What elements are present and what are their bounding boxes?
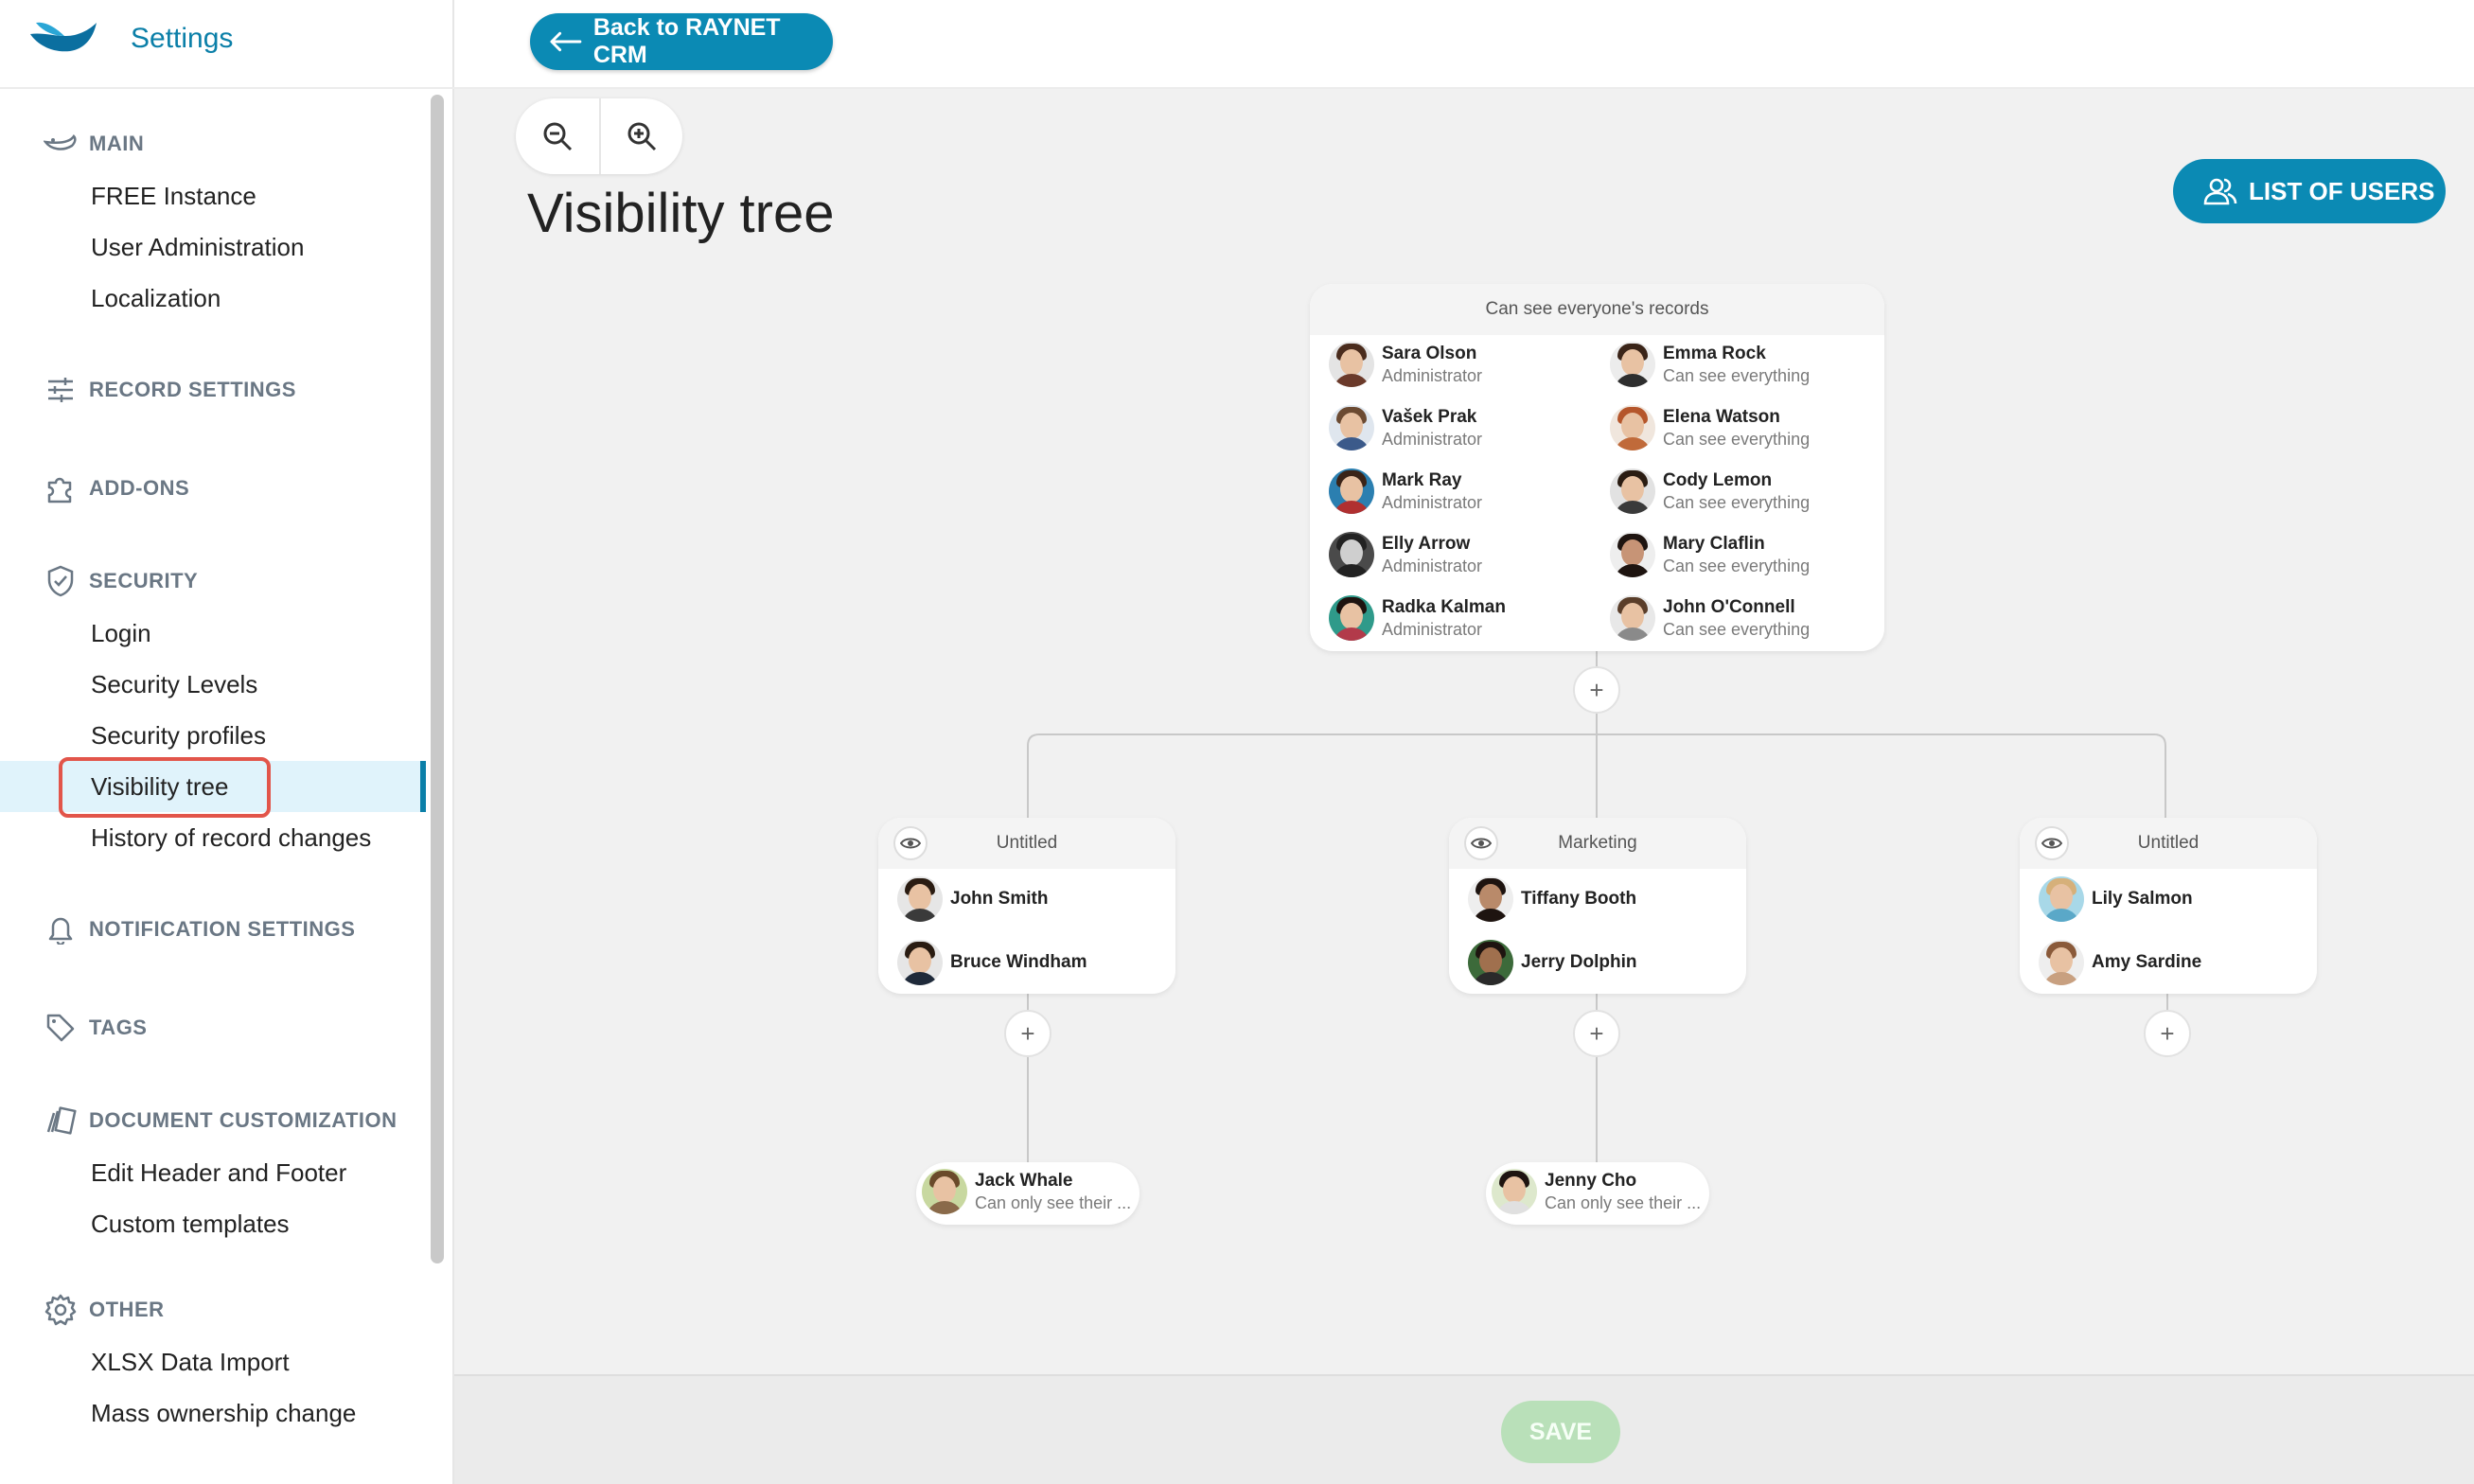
user-entry[interactable]: Jack Whale Can only see their ... [922, 1169, 1131, 1214]
add-child-node-button[interactable]: + [1573, 1010, 1620, 1057]
user-entry[interactable]: Emma Rock Can see everything [1610, 342, 1810, 387]
user-entry[interactable]: Elena Watson Can see everything [1610, 405, 1810, 450]
footer-bar [454, 1374, 2474, 1484]
user-entry[interactable]: Jenny Cho Can only see their ... [1492, 1169, 1701, 1214]
avatar [897, 876, 943, 922]
avatar [897, 940, 943, 985]
avatar [1329, 532, 1374, 577]
user-entry[interactable]: Mary Claflin Can see everything [1610, 532, 1810, 577]
avatar [2039, 940, 2084, 985]
add-child-node-button[interactable]: + [1004, 1010, 1051, 1057]
user-entry[interactable]: Sara Olson Administrator [1329, 342, 1482, 387]
avatar [1610, 405, 1655, 450]
avatar [1329, 468, 1374, 514]
user-entry[interactable]: Elly Arrow Administrator [1329, 532, 1482, 577]
eye-icon[interactable] [1464, 826, 1498, 860]
avatar [1329, 405, 1374, 450]
avatar [1610, 468, 1655, 514]
group-title: Untitled [996, 833, 1058, 853]
group-title: Marketing [1558, 833, 1637, 853]
avatar [922, 1169, 967, 1214]
user-entry[interactable]: Mark Ray Administrator [1329, 468, 1482, 514]
avatar [1329, 595, 1374, 641]
avatar [1329, 342, 1374, 387]
avatar [1492, 1169, 1537, 1214]
avatar [1610, 342, 1655, 387]
avatar [1468, 876, 1513, 922]
user-entry[interactable]: John Smith [897, 876, 1048, 922]
avatar [1610, 532, 1655, 577]
root-node-title: Can see everyone's records [1310, 284, 1884, 335]
user-entry[interactable]: Vašek Prak Administrator [1329, 405, 1482, 450]
user-entry[interactable]: Lily Salmon [2039, 876, 2193, 922]
avatar [1468, 940, 1513, 985]
user-entry[interactable]: Cody Lemon Can see everything [1610, 468, 1810, 514]
tree-connectors [1027, 651, 2168, 1162]
add-child-node-button[interactable]: + [1573, 666, 1620, 714]
user-entry[interactable]: Amy Sardine [2039, 940, 2201, 985]
group-title: Untitled [2137, 833, 2200, 853]
eye-icon[interactable] [893, 826, 928, 860]
user-entry[interactable]: John O'Connell Can see everything [1610, 595, 1810, 641]
avatar [2039, 876, 2084, 922]
user-entry[interactable]: Bruce Windham [897, 940, 1087, 985]
add-child-node-button[interactable]: + [2144, 1010, 2191, 1057]
eye-icon[interactable] [2035, 826, 2069, 860]
save-button[interactable]: SAVE [1501, 1401, 1620, 1463]
user-entry[interactable]: Jerry Dolphin [1468, 940, 1636, 985]
avatar [1610, 595, 1655, 641]
user-entry[interactable]: Tiffany Booth [1468, 876, 1636, 922]
user-entry[interactable]: Radka Kalman Administrator [1329, 595, 1506, 641]
